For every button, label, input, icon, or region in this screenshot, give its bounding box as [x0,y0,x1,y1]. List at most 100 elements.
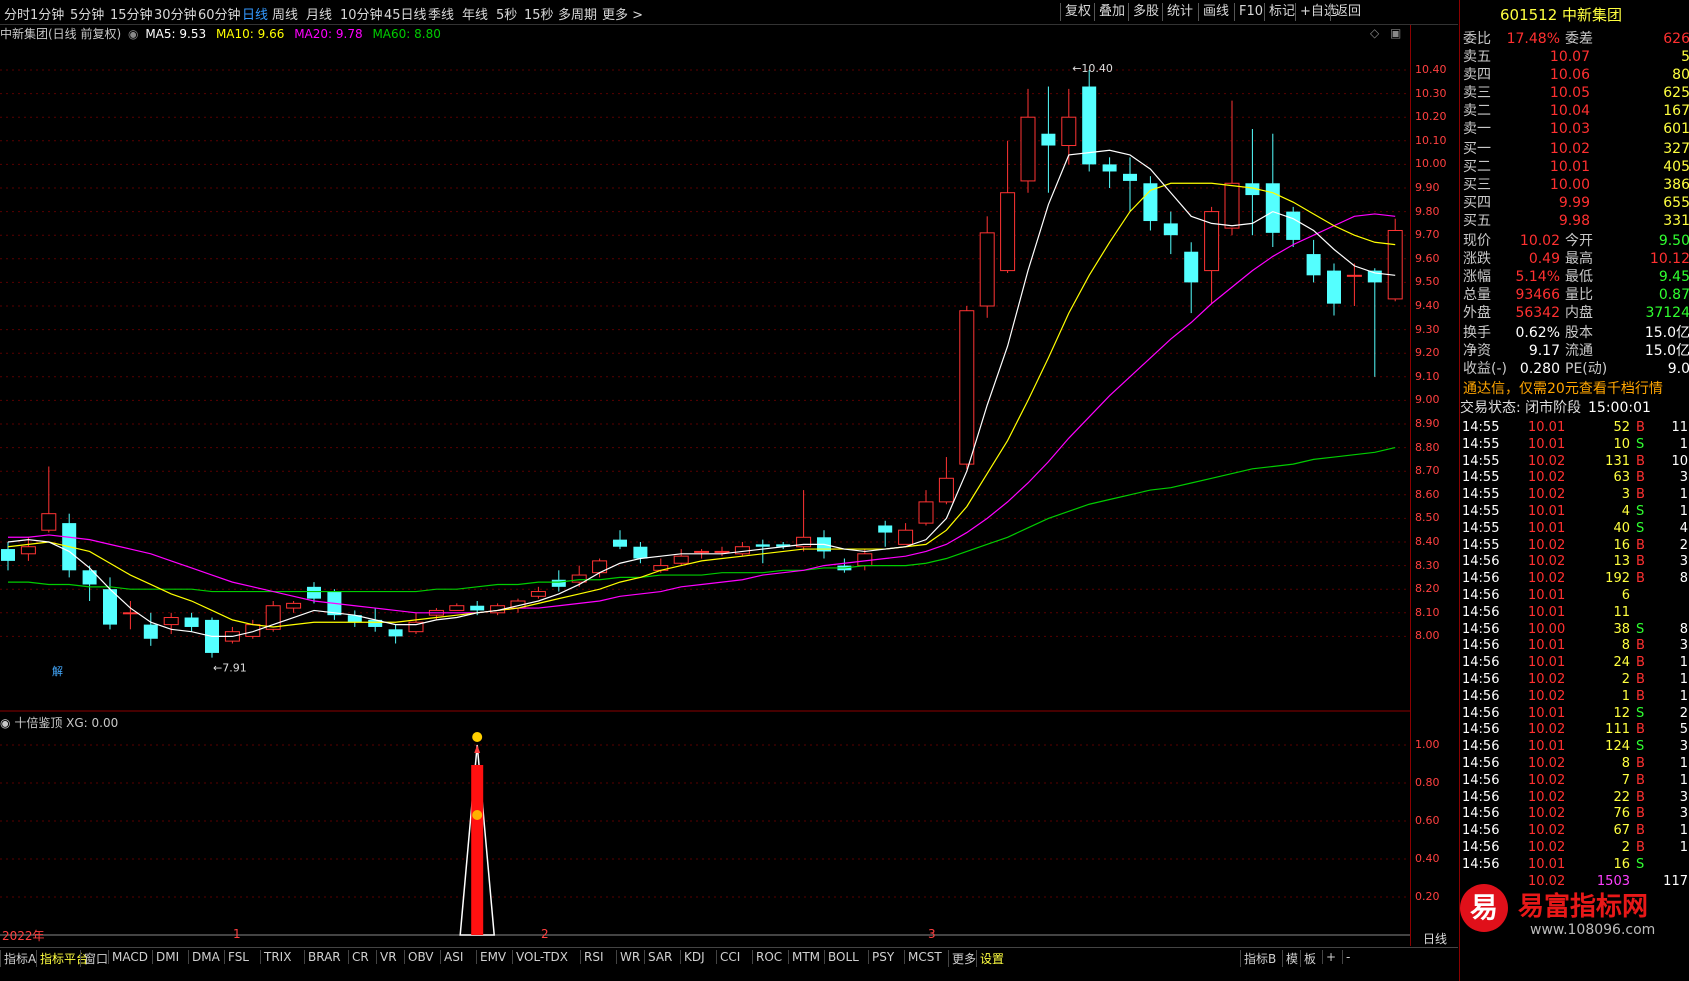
bottom-tab-10[interactable]: VR [376,950,397,964]
candle[interactable] [1061,88,1077,165]
period-16[interactable]: 更多 > [602,4,643,23]
bottom-tab-24[interactable]: MCST [904,950,942,964]
candle[interactable] [1041,86,1056,193]
bottom-tab-7[interactable]: TRIX [260,950,291,964]
candle[interactable] [1163,211,1178,255]
period-13[interactable]: 5秒 [496,4,517,23]
bottom-tab-23[interactable]: PSY [868,950,894,964]
period-8[interactable]: 月线 [306,4,332,23]
candle[interactable] [592,558,608,578]
candle[interactable] [1367,268,1382,377]
period-11[interactable]: 季线 [428,4,454,23]
bottom-right-4[interactable]: - [1342,950,1350,964]
candle[interactable] [1000,140,1016,273]
candle[interactable] [1082,70,1097,172]
candle[interactable] [20,537,36,561]
candle[interactable] [979,216,995,318]
bottom-tab-4[interactable]: DMI [152,950,179,964]
bottom-tab-5[interactable]: DMA [188,950,220,964]
candle[interactable] [163,612,179,635]
candle[interactable] [245,619,261,639]
candle[interactable] [530,586,546,599]
candle[interactable] [143,612,158,646]
candle[interactable] [857,549,873,571]
bottom-tab-8[interactable]: BRAR [304,950,341,964]
period-4[interactable]: 30分钟 [154,4,197,23]
bottom-right-2[interactable]: 板 [1300,950,1316,967]
bottom-tab-26[interactable]: 设置 [976,950,1004,967]
bottom-right-1[interactable]: 模 [1282,950,1298,967]
bottom-tab-12[interactable]: ASI [440,950,463,964]
candle[interactable] [673,549,689,566]
day-tab[interactable]: 日线 [1410,930,1459,946]
period-1[interactable]: 1分钟 [30,4,64,23]
candle[interactable] [796,490,812,552]
period-9[interactable]: 10分钟 [340,4,383,23]
bottom-right-0[interactable]: 指标B [1240,950,1276,967]
candle[interactable] [1306,239,1321,283]
candle[interactable] [122,601,138,630]
bottom-tab-2[interactable]: 窗口 [80,950,108,967]
bottom-tab-14[interactable]: VOL-TDX [512,950,568,964]
bottom-tab-13[interactable]: EMV [476,950,506,964]
candle[interactable] [286,601,302,613]
bottom-tab-19[interactable]: CCI [716,950,740,964]
candle[interactable] [327,589,342,620]
bottom-tab-25[interactable]: 更多 [948,950,976,967]
candle[interactable] [613,530,627,550]
bottom-tab-16[interactable]: WR [616,950,640,964]
bottom-tab-22[interactable]: BOLL [824,950,859,964]
bottom-tab-20[interactable]: ROC [752,950,782,964]
bottom-tab-11[interactable]: OBV [404,950,434,964]
candle[interactable] [959,306,975,469]
candle[interactable] [449,603,465,611]
candle[interactable] [1102,157,1117,188]
toolbar-button-2[interactable]: 多股 [1128,3,1163,21]
candle[interactable] [878,520,893,547]
candle[interactable] [1143,176,1158,231]
candle[interactable] [734,542,750,557]
candle[interactable] [938,457,954,505]
candle[interactable] [1123,157,1137,212]
period-2[interactable]: 5分钟 [70,4,104,23]
period-7[interactable]: 周线 [272,4,298,23]
candle[interactable] [1327,263,1341,316]
period-0[interactable]: 分时 [4,4,30,23]
toolbar-button-4[interactable]: 画线 [1198,3,1233,21]
toolbar-button-1[interactable]: 叠加 [1094,3,1129,21]
period-6[interactable]: 日线 [242,4,268,23]
toolbar-button-6[interactable]: 标记 [1264,3,1299,21]
candle[interactable] [1286,206,1301,247]
candle[interactable] [1265,133,1280,247]
candle[interactable] [184,612,199,632]
toggle-icon[interactable]: ◉ [0,716,10,730]
bottom-tab-17[interactable]: SAR [644,950,672,964]
period-3[interactable]: 15分钟 [110,4,153,23]
kline-chart[interactable]: ←10.40 ←7.91 解 [0,25,1410,713]
candle[interactable] [205,617,219,658]
bottom-tab-0[interactable]: 指标A [0,950,36,967]
candle[interactable] [103,577,117,630]
candle[interactable] [1184,242,1199,314]
candle[interactable] [82,565,97,601]
candle[interactable] [571,565,587,587]
candle[interactable] [776,542,791,550]
bottom-tab-6[interactable]: FSL [224,950,249,964]
period-5[interactable]: 60分钟 [198,4,241,23]
toolbar-button-5[interactable]: F10 [1234,3,1267,21]
bottom-tab-9[interactable]: CR [348,950,369,964]
candle[interactable] [837,558,852,573]
candle[interactable] [714,546,730,557]
indicator-chart[interactable] [0,713,1410,945]
period-10[interactable]: 45日线 [384,4,427,23]
period-15[interactable]: 多周期 [558,4,597,23]
toolbar-button-8[interactable]: 返回 [1330,3,1365,21]
jie-marker[interactable]: 解 [52,664,63,678]
toolbar-button-3[interactable]: 统计 [1162,3,1197,21]
bottom-tab-21[interactable]: MTM [788,950,820,964]
bottom-tab-18[interactable]: KDJ [680,950,705,964]
candle[interactable] [388,624,403,644]
candle[interactable] [898,523,914,545]
bottom-right-3[interactable]: + [1322,950,1336,964]
candle[interactable] [918,490,934,526]
